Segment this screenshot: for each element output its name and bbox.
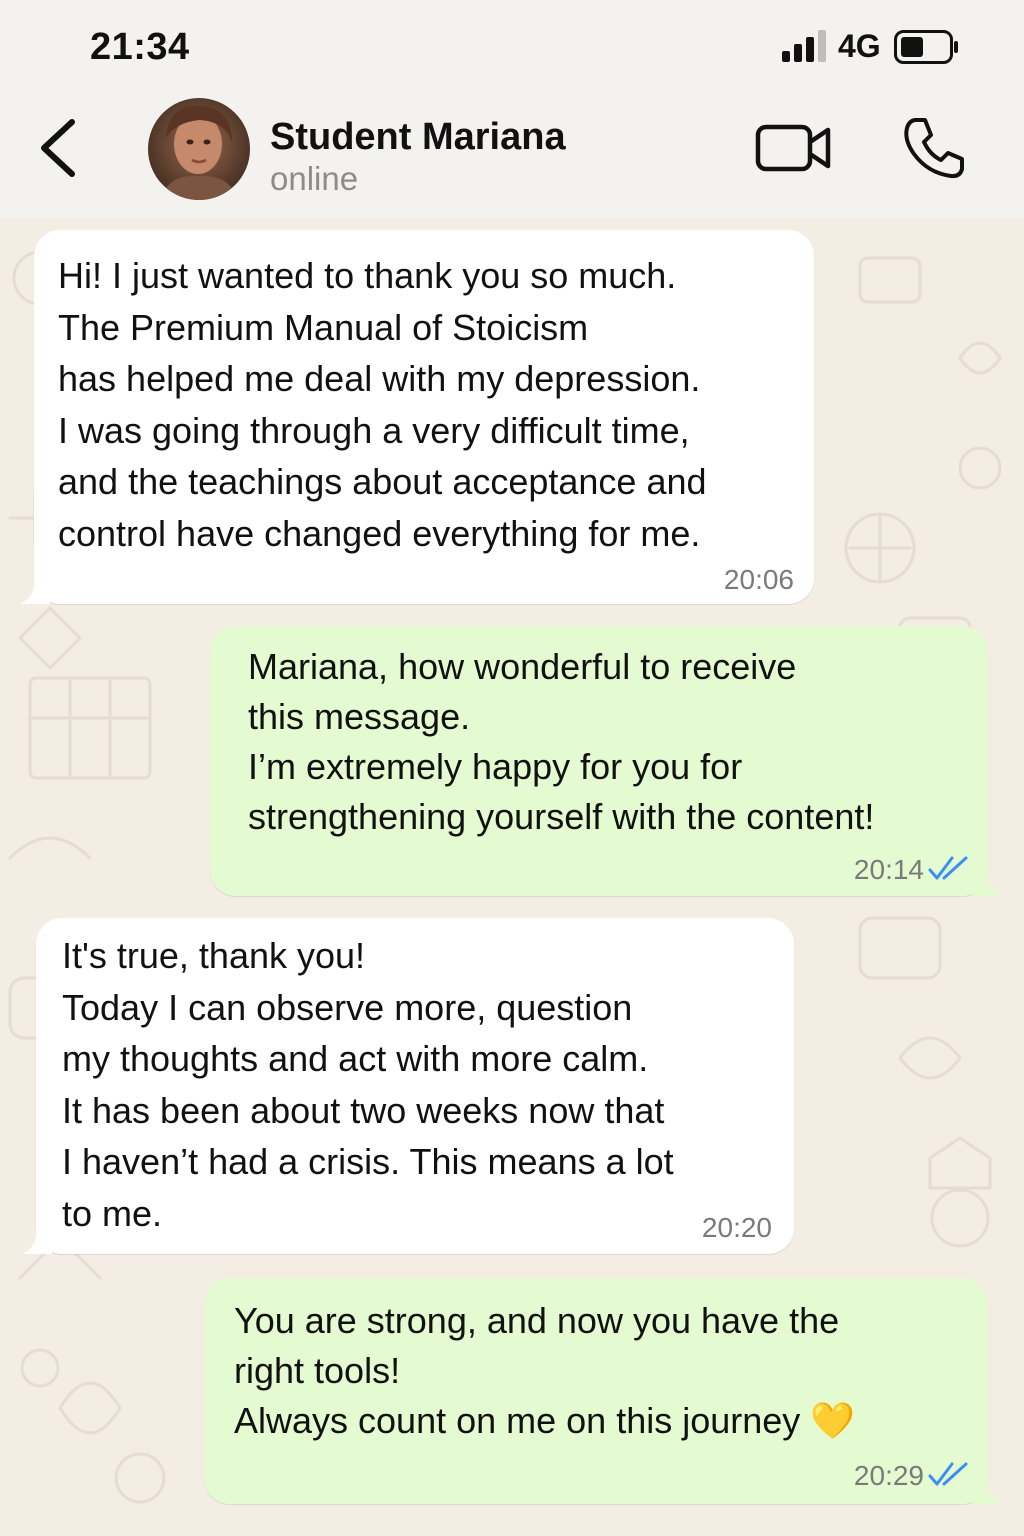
message-bubble-outgoing[interactable]: You are strong, and now you have the rig… bbox=[204, 1278, 1002, 1504]
chat-header: Student Mariana online bbox=[0, 92, 1024, 218]
double-check-icon bbox=[928, 1462, 968, 1486]
status-time: 21:34 bbox=[90, 26, 190, 68]
bubble-tail bbox=[22, 1230, 52, 1254]
message-time: 20:06 bbox=[723, 564, 794, 595]
message-time: 20:20 bbox=[701, 1212, 772, 1243]
chevron-left-icon[interactable] bbox=[34, 114, 86, 182]
network-label: 4G bbox=[838, 28, 881, 64]
message-bubble-incoming[interactable]: Hi! I just wanted to thank you so much. … bbox=[20, 230, 814, 604]
bubble-tail bbox=[20, 580, 50, 604]
message-time: 20:14 bbox=[853, 854, 924, 885]
status-bar: 21:34 4G bbox=[0, 0, 1024, 92]
message-text: Mariana, how wonderful to receive this m… bbox=[248, 646, 875, 837]
contact-name[interactable]: Student Mariana bbox=[270, 116, 566, 159]
bubble-tail bbox=[972, 872, 1002, 896]
battery-icon bbox=[894, 30, 958, 64]
chat-area[interactable]: Hi! I just wanted to thank you so much. … bbox=[0, 218, 1024, 1536]
double-check-icon bbox=[928, 856, 968, 880]
message-bubble-incoming[interactable]: It's true, thank you! Today I can observ… bbox=[22, 918, 794, 1254]
video-camera-icon[interactable] bbox=[754, 118, 834, 178]
bubble-tail bbox=[972, 1480, 1002, 1504]
message-bubble-outgoing[interactable]: Mariana, how wonderful to receive this m… bbox=[210, 626, 1002, 896]
message-text: It's true, thank you! Today I can observ… bbox=[62, 935, 674, 1234]
signal-bars-icon bbox=[782, 30, 826, 62]
avatar[interactable] bbox=[148, 98, 250, 200]
phone-icon[interactable] bbox=[900, 114, 968, 182]
message-time: 20:29 bbox=[853, 1460, 924, 1491]
message-text: Hi! I just wanted to thank you so much. … bbox=[58, 255, 707, 554]
contact-status: online bbox=[270, 160, 359, 197]
message-text: You are strong, and now you have the rig… bbox=[234, 1300, 856, 1441]
